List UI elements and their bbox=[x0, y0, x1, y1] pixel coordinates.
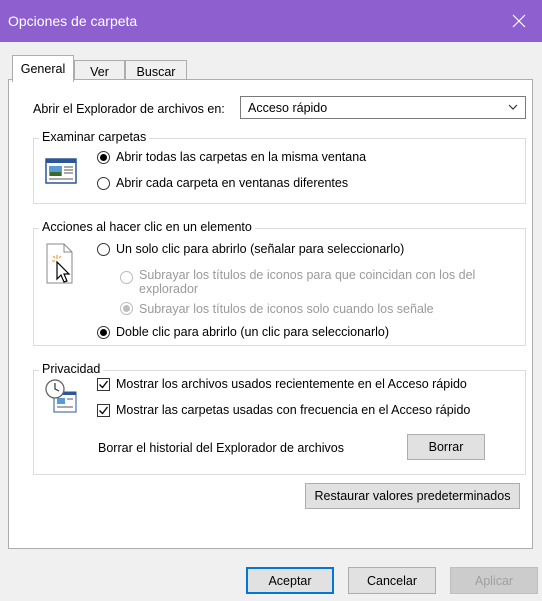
apply-button-label: Aplicar bbox=[474, 573, 514, 588]
underline-hover-label: Subrayar los títulos de iconos solo cuan… bbox=[139, 302, 434, 316]
close-icon bbox=[512, 14, 526, 28]
show-recent-files-checkbox[interactable] bbox=[97, 378, 110, 391]
open-explorer-select[interactable]: Acceso rápido bbox=[240, 96, 526, 119]
privacy-legend: Privacidad bbox=[39, 362, 104, 376]
cancel-button-label: Cancelar bbox=[366, 573, 418, 588]
apply-button[interactable]: Aplicar bbox=[450, 567, 538, 594]
restore-defaults-button[interactable]: Restaurar valores predeterminados bbox=[305, 483, 520, 509]
open-explorer-label: Abrir el Explorador de archivos en: bbox=[33, 102, 225, 116]
folder-window-icon bbox=[45, 158, 77, 184]
underline-always-radio[interactable] bbox=[120, 271, 133, 284]
tab-general-label: General bbox=[20, 62, 66, 76]
cancel-button[interactable]: Cancelar bbox=[348, 567, 436, 594]
show-frequent-folders-checkbox[interactable] bbox=[97, 404, 110, 417]
chevron-down-icon bbox=[508, 104, 518, 110]
clear-history-label: Borrar el historial del Explorador de ar… bbox=[98, 441, 344, 455]
cursor-document-icon bbox=[46, 243, 73, 284]
tab-general[interactable]: General bbox=[12, 55, 74, 82]
underline-always-label-line2: explorador bbox=[139, 282, 199, 296]
show-recent-files-label: Mostrar los archivos usados recientement… bbox=[116, 377, 467, 391]
ok-button-label: Aceptar bbox=[268, 573, 312, 588]
browse-folders-legend: Examinar carpetas bbox=[39, 130, 150, 144]
ok-button[interactable]: Aceptar bbox=[246, 567, 334, 594]
click-actions-legend: Acciones al hacer clic en un elemento bbox=[39, 220, 255, 234]
underline-always-label-line1: Subrayar los títulos de iconos para que … bbox=[139, 268, 476, 282]
title-bar: Opciones de carpeta bbox=[0, 0, 542, 42]
show-frequent-folders-label: Mostrar las carpetas usadas con frecuenc… bbox=[116, 403, 471, 417]
double-click-radio[interactable] bbox=[97, 326, 110, 339]
checkmark-icon bbox=[99, 380, 109, 389]
tab-ver-label: Ver bbox=[90, 64, 109, 79]
open-new-window-label: Abrir cada carpeta en ventanas diferente… bbox=[116, 176, 349, 190]
restore-defaults-label: Restaurar valores predeterminados bbox=[314, 489, 511, 503]
tab-buscar-label: Buscar bbox=[136, 64, 176, 79]
clear-history-button[interactable]: Borrar bbox=[407, 434, 485, 460]
open-same-window-radio[interactable] bbox=[97, 151, 110, 164]
close-button[interactable] bbox=[496, 0, 542, 42]
checkmark-icon bbox=[99, 406, 109, 415]
browse-folders-group bbox=[33, 138, 526, 204]
open-explorer-value: Acceso rápido bbox=[248, 101, 328, 115]
open-new-window-radio[interactable] bbox=[97, 177, 110, 190]
single-click-label: Un solo clic para abrirlo (señalar para … bbox=[116, 242, 405, 256]
underline-hover-radio[interactable] bbox=[120, 302, 133, 315]
recent-files-clock-icon bbox=[45, 379, 77, 413]
double-click-label: Doble clic para abrirlo (un clic para se… bbox=[116, 325, 390, 339]
single-click-radio[interactable] bbox=[97, 243, 110, 256]
open-same-window-label: Abrir todas las carpetas en la misma ven… bbox=[116, 150, 367, 164]
clear-history-button-label: Borrar bbox=[428, 440, 464, 454]
window-title: Opciones de carpeta bbox=[8, 13, 138, 29]
